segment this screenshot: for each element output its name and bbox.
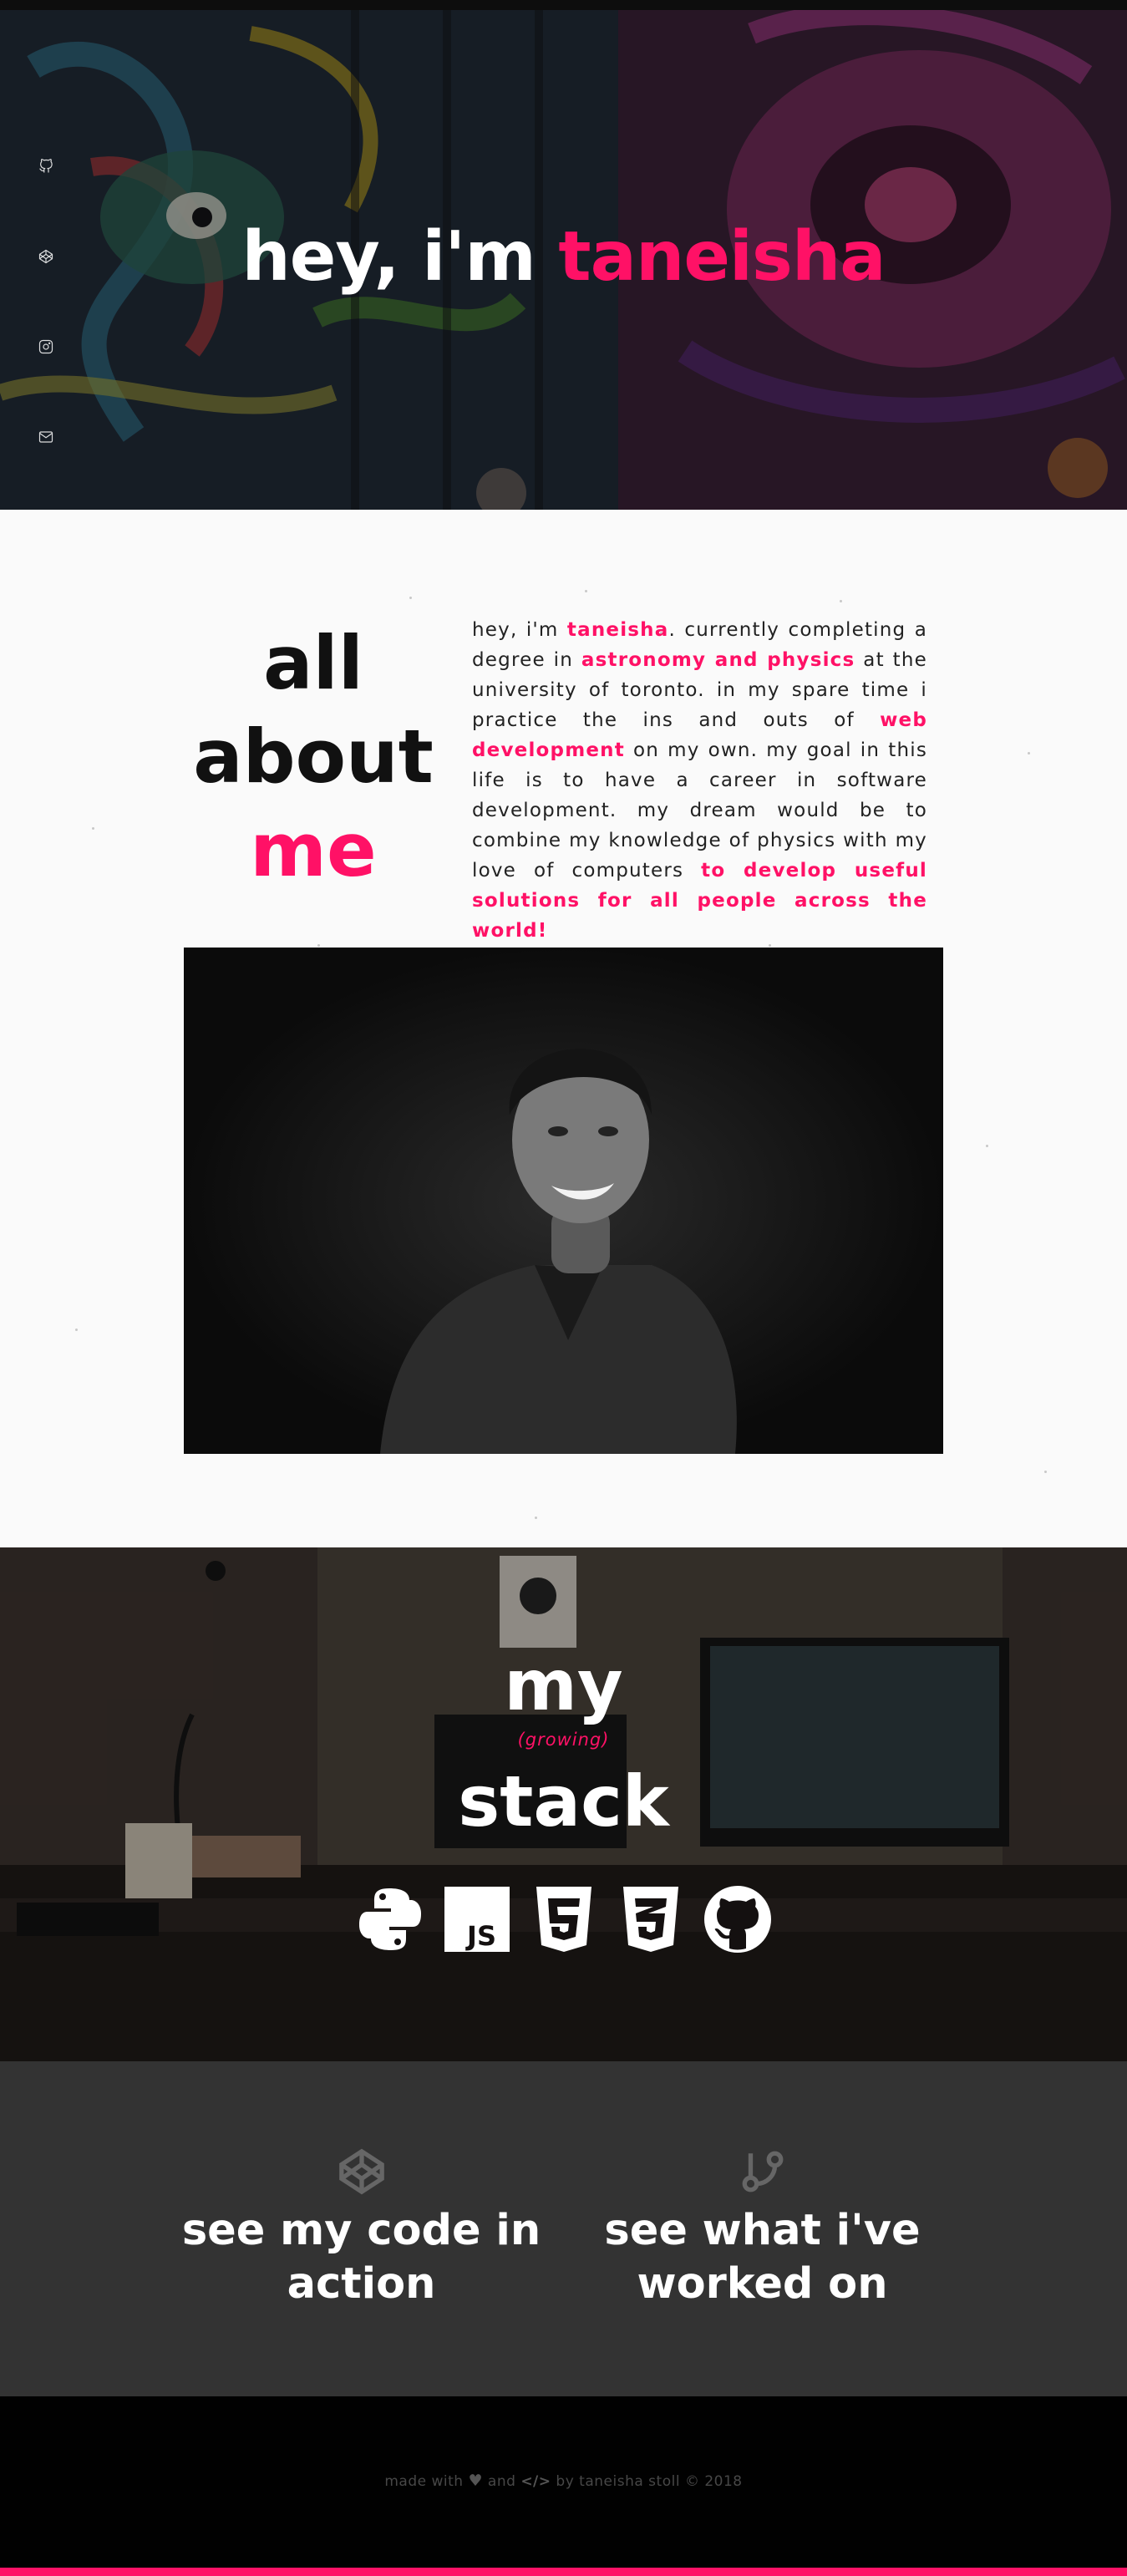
about-heading: all about me: [192, 617, 434, 897]
stack-subtitle: (growing): [517, 1730, 610, 1750]
heart-icon: ♥: [468, 2472, 484, 2490]
about-heading-line1: all: [263, 620, 363, 706]
hero-title: hey, i'm taneisha: [0, 217, 1127, 297]
hero-title-name: taneisha: [558, 217, 886, 297]
instagram-link[interactable]: [38, 339, 53, 354]
about-heading-line3: me: [250, 807, 377, 893]
hero-title-prefix: hey, i'm: [241, 217, 559, 297]
hero-section: hey, i'm taneisha: [0, 0, 1127, 510]
instagram-icon: [38, 339, 53, 354]
footer-credit: made with ♥ and </> by taneisha stoll © …: [0, 2472, 1127, 2490]
codepen-icon: [38, 249, 53, 264]
about-paragraph: hey, i'm taneisha. currently completing …: [472, 615, 927, 946]
stack-title-my: my: [504, 1644, 623, 1726]
stack-title-stack: stack: [458, 1761, 669, 1842]
stack-icons: JS: [358, 1882, 771, 1957]
python-icon: [354, 1883, 426, 1955]
see-code-label: see my code in action: [181, 2206, 541, 2309]
css3-icon: [615, 1883, 687, 1955]
footer-by: by taneisha stoll © 2018: [556, 2473, 743, 2490]
about-text-name: taneisha: [566, 619, 669, 641]
top-bar: [0, 0, 1127, 10]
see-work-link[interactable]: see what i've worked on: [568, 2147, 957, 2311]
github-icon: [39, 159, 53, 173]
footer-made-with: made with: [384, 2473, 464, 2490]
github-icon: [702, 1883, 774, 1955]
accent-bar: [0, 2568, 1127, 2576]
codepen-link[interactable]: [38, 249, 53, 264]
see-work-label: see what i've worked on: [604, 2206, 921, 2309]
codepen-icon: [338, 2147, 386, 2196]
about-text-field: astronomy and physics: [581, 649, 855, 671]
github-link[interactable]: [38, 159, 53, 174]
about-heading-line2: about: [193, 714, 434, 800]
javascript-icon: JS: [441, 1883, 513, 1955]
about-section: all about me hey, i'm taneisha. currentl…: [0, 510, 1127, 1547]
email-link[interactable]: [38, 429, 53, 445]
code-icon: </>: [520, 2473, 551, 2490]
html5-icon: [528, 1883, 600, 1955]
email-icon: [38, 431, 53, 443]
git-branch-icon: [739, 2147, 787, 2196]
social-links: [38, 159, 53, 445]
about-text-1: hey, i'm: [472, 619, 567, 641]
see-code-link[interactable]: see my code in action: [167, 2147, 556, 2311]
portrait-photo: [184, 948, 943, 1454]
svg-text:JS: JS: [465, 1920, 496, 1952]
footer-and: and: [487, 2473, 516, 2490]
